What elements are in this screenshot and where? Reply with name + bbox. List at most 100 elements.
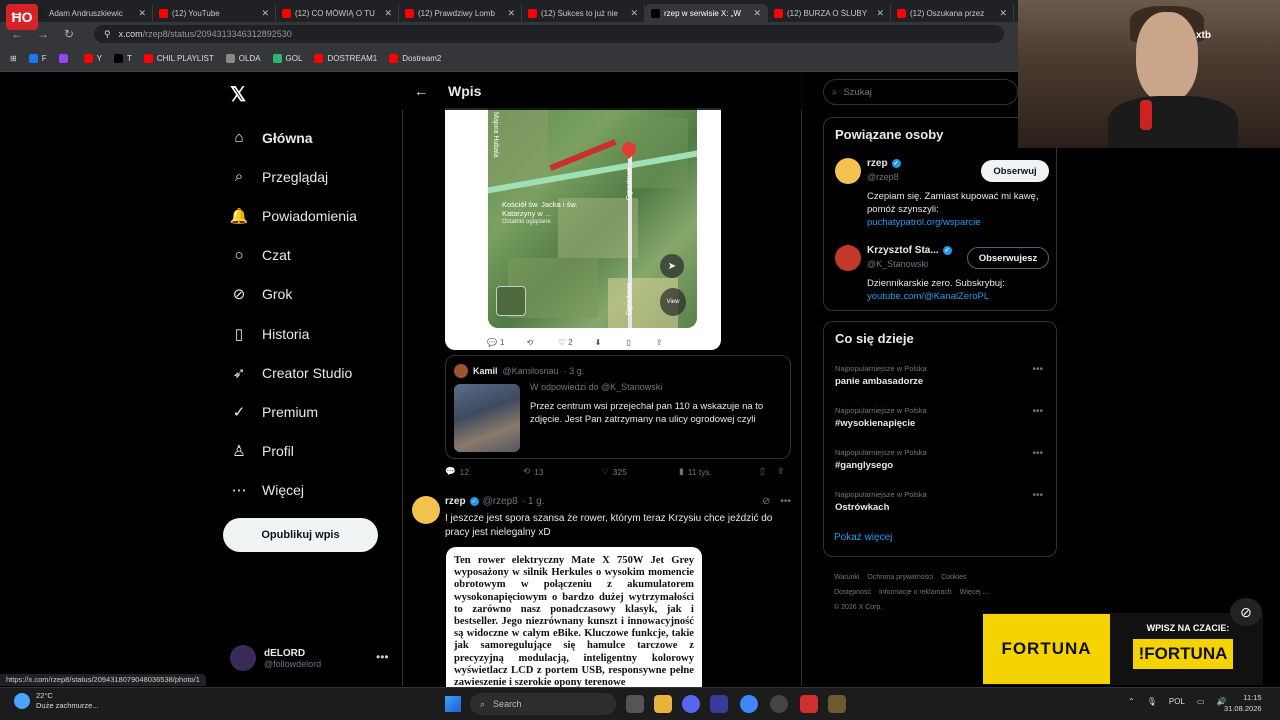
retweet-icon[interactable]: ⟲ bbox=[526, 338, 536, 347]
sidebar-item[interactable]: ○ Czat bbox=[222, 236, 402, 275]
app-icon-active[interactable] bbox=[828, 695, 846, 713]
footer-link[interactable]: Dostępność bbox=[834, 589, 871, 596]
close-icon[interactable]: ✕ bbox=[507, 8, 515, 19]
language-indicator[interactable]: POL bbox=[1169, 697, 1185, 706]
street-view-button[interactable]: View bbox=[660, 288, 686, 316]
bookmark-item[interactable]: GOL bbox=[272, 54, 302, 63]
like-icon[interactable]: ♡ 2 bbox=[558, 338, 573, 347]
more-icon[interactable]: ••• bbox=[1032, 490, 1043, 501]
back-arrow-icon[interactable]: ← bbox=[414, 83, 428, 99]
avatar[interactable] bbox=[835, 245, 861, 271]
bookmark-item[interactable]: F bbox=[28, 54, 47, 63]
network-icon[interactable]: ▭ bbox=[1197, 697, 1205, 706]
tweet-author-name[interactable]: rzep bbox=[445, 496, 466, 507]
bookmark-item[interactable]: OLDA bbox=[225, 54, 261, 63]
sidebar-item[interactable]: ✓ Premium bbox=[222, 392, 402, 431]
trend-item[interactable]: Najpopularniejsze w Polska #ganglysego ••• bbox=[835, 448, 1049, 471]
bio-link[interactable]: puchatypatrol.org/wsparcie bbox=[867, 217, 981, 228]
taskbar-search[interactable]: ⌕ Search bbox=[470, 693, 616, 715]
person-name-row[interactable]: rzep ✓ bbox=[867, 158, 901, 169]
bookmark-item[interactable]: Dostream2 bbox=[389, 54, 441, 63]
like-icon[interactable]: ♡ 325 bbox=[601, 466, 679, 477]
sidebar-item[interactable]: ⊘ Grok bbox=[222, 275, 402, 314]
bookmark-item[interactable]: T bbox=[113, 54, 132, 63]
close-icon[interactable]: ✕ bbox=[753, 8, 761, 19]
grok-float-icon[interactable]: ⊘ bbox=[1230, 598, 1262, 626]
map-thumbnail[interactable] bbox=[496, 286, 526, 316]
show-more-link[interactable]: Pokaż więcej bbox=[834, 532, 892, 543]
person-name-row[interactable]: Krzysztof Sta... ✓ bbox=[867, 245, 952, 256]
browser-tab[interactable]: Adam Andruszkiewic ✕ bbox=[30, 4, 153, 22]
bookmark-icon[interactable]: ▯ bbox=[760, 466, 765, 477]
apps-grid-icon[interactable]: ⊞ bbox=[10, 54, 17, 63]
post-button[interactable]: Opublikuj wpis bbox=[223, 518, 378, 552]
clock[interactable]: 11:15 31.08.2026 bbox=[1224, 692, 1262, 714]
sidebar-item[interactable]: ⌕ Przeglądaj bbox=[222, 157, 402, 196]
avatar[interactable] bbox=[835, 158, 861, 184]
sidebar-item[interactable]: ⋯ Więcej bbox=[222, 471, 402, 510]
browser-tab[interactable]: (12) Sukces to już nie ✕ bbox=[522, 4, 645, 22]
grok-icon[interactable]: ⊘ bbox=[762, 496, 770, 507]
map-image-card[interactable]: Majora Hubala Kościół św. Jacka i św. Ka… bbox=[445, 108, 721, 350]
close-icon[interactable]: ✕ bbox=[999, 8, 1007, 19]
close-icon[interactable]: ✕ bbox=[384, 8, 392, 19]
trend-item[interactable]: Najpopularniejsze w Polska #wysokienapięc… bbox=[835, 406, 1049, 429]
footer-link[interactable]: © 2026 X Corp. bbox=[834, 604, 882, 611]
reply-icon[interactable]: 💬 12 bbox=[445, 466, 523, 477]
retweet-icon[interactable]: ⟲ 13 bbox=[523, 466, 601, 477]
dislike-icon[interactable]: ⬇ bbox=[595, 338, 605, 347]
bookmark-item[interactable]: DOSTREAM1 bbox=[314, 54, 377, 63]
more-icon[interactable]: ••• bbox=[1032, 406, 1043, 417]
avatar[interactable] bbox=[412, 496, 440, 524]
browser-tab[interactable]: (12) Oszukana przez ✕ bbox=[891, 4, 1014, 22]
quoted-reply[interactable]: Kamil @Kamilosnau · 3 g. W odpowiedzi do… bbox=[445, 355, 791, 459]
close-icon[interactable]: ✕ bbox=[876, 8, 884, 19]
bio-link[interactable]: youtube.com/@KanalZeroPL bbox=[867, 291, 989, 302]
trend-item[interactable]: Najpopularniejsze w Polska panie ambasado… bbox=[835, 364, 1049, 387]
bookmark-item[interactable]: CHIL PLAYLIST bbox=[143, 54, 214, 63]
bookmark-item[interactable]: Y bbox=[83, 54, 102, 63]
app-icon[interactable] bbox=[710, 695, 728, 713]
search-input[interactable]: ⌕ Szukaj bbox=[823, 79, 1018, 105]
chrome-icon[interactable] bbox=[740, 695, 758, 713]
discord-icon[interactable] bbox=[682, 695, 700, 713]
more-icon[interactable]: ••• bbox=[1032, 364, 1043, 375]
browser-tab[interactable]: (12) Prawdziwy Lomb ✕ bbox=[399, 4, 522, 22]
sidebar-item[interactable]: ➶ Creator Studio bbox=[222, 353, 402, 392]
navigate-icon[interactable]: ➤ bbox=[660, 254, 684, 278]
more-icon[interactable]: ••• bbox=[1032, 448, 1043, 459]
bookmark-item[interactable] bbox=[58, 54, 72, 63]
sidebar-item[interactable]: ▯ Historia bbox=[222, 314, 402, 353]
follow-button[interactable]: Obserwuj bbox=[981, 160, 1049, 182]
tweet-image[interactable]: Ten rower elektryczny Mate X 750W Jet Gr… bbox=[446, 547, 702, 687]
reply-icon[interactable]: 💬 1 bbox=[487, 338, 504, 347]
bookmark-icon[interactable]: ▯ bbox=[626, 338, 633, 347]
browser-tab[interactable]: (12) BURZA O ŚLUBY ✕ bbox=[768, 4, 891, 22]
account-more-icon[interactable]: ••• bbox=[376, 650, 389, 664]
browser-tab[interactable]: (12) YouTube ✕ bbox=[153, 4, 276, 22]
obs-icon[interactable] bbox=[770, 695, 788, 713]
footer-link[interactable]: Informacje o reklamach bbox=[879, 589, 952, 596]
start-icon[interactable] bbox=[445, 696, 461, 712]
tweet-author-handle[interactable]: @rzep8 bbox=[483, 496, 518, 507]
person-handle[interactable]: @rzep8 bbox=[867, 172, 899, 182]
forward-icon[interactable]: → bbox=[36, 27, 50, 41]
browser-tab[interactable]: (12) CO MÓWIĄ O TU ✕ bbox=[276, 4, 399, 22]
tweet-more-icon[interactable]: ••• bbox=[780, 496, 791, 507]
person-handle[interactable]: @K_Stanowski bbox=[867, 259, 928, 269]
chevron-up-icon[interactable]: ⌃ bbox=[1128, 697, 1135, 706]
person-name[interactable]: rzep bbox=[867, 158, 888, 169]
account-switcher[interactable]: dELORD @followdelord bbox=[230, 640, 390, 676]
sidebar-item[interactable]: ♙ Profil bbox=[222, 432, 402, 471]
close-icon[interactable]: ✕ bbox=[630, 8, 638, 19]
views-icon[interactable]: ▮ 11 tys. bbox=[679, 466, 757, 477]
footer-link[interactable]: Warunki bbox=[834, 574, 859, 581]
reload-icon[interactable]: ↻ bbox=[62, 27, 76, 41]
address-bar[interactable]: ⚲ x.com/rzep8/status/2094313346312892530 bbox=[94, 25, 1004, 43]
person-name[interactable]: Krzysztof Sta... bbox=[867, 245, 939, 256]
app-icon-red[interactable] bbox=[800, 695, 818, 713]
tweet-time[interactable]: · 1 g. bbox=[522, 496, 545, 507]
task-view-icon[interactable] bbox=[626, 695, 644, 713]
footer-link[interactable]: Ochrona prywatności bbox=[867, 574, 933, 581]
footer-link[interactable]: Cookies bbox=[941, 574, 966, 581]
